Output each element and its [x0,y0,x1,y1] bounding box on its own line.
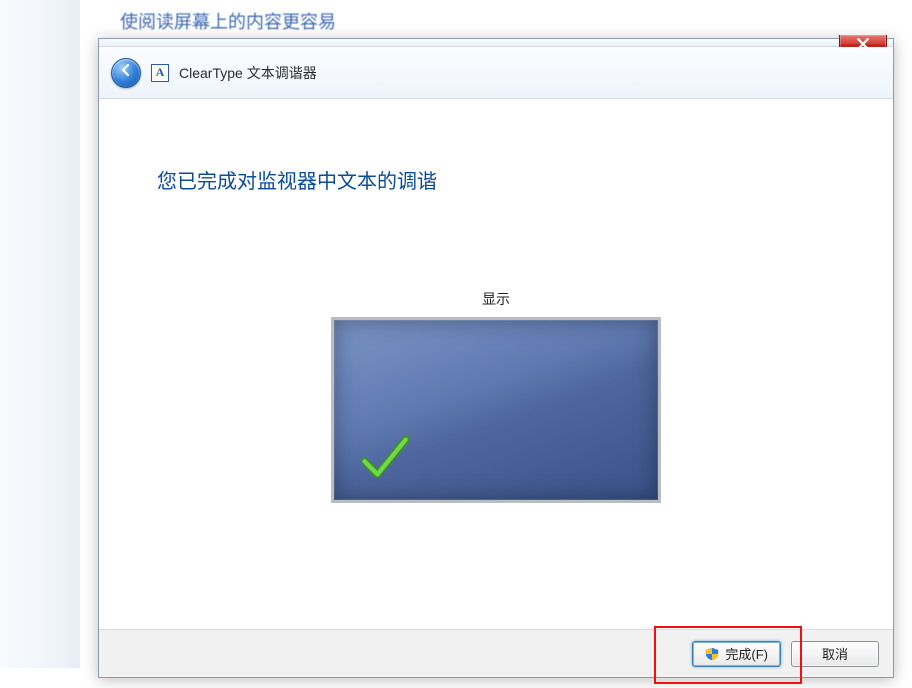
back-arrow-icon [118,62,134,83]
finish-button-label: 完成(F) [725,644,768,663]
cleartype-app-icon: A [151,64,169,82]
cancel-button-label: 取消 [822,644,848,663]
dialog-title: ClearType 文本调谐器 [179,63,317,83]
dialog-frame-top [99,39,893,47]
checkmark-icon [358,431,410,488]
background-sidebar: 页 设置 义 ype 文本 文本大小(DPI) [0,0,80,668]
dialog-button-bar: 完成(F) 取消 [99,629,893,677]
monitor-preview [331,317,661,503]
cancel-button[interactable]: 取消 [791,641,879,667]
wizard-heading: 您已完成对监视器中文本的调谐 [157,165,437,194]
dialog-header: A ClearType 文本调谐器 [99,47,893,99]
finish-button[interactable]: 完成(F) [692,641,781,667]
dialog-content: 您已完成对监视器中文本的调谐 显示 [99,99,893,629]
display-label: 显示 [482,289,510,309]
cleartype-wizard-dialog: A ClearType 文本调谐器 您已完成对监视器中文本的调谐 显示 [98,38,894,678]
uac-shield-icon [705,647,719,661]
background-heading: 使阅读屏幕上的内容更容易 [120,8,336,34]
back-button[interactable] [111,58,141,88]
